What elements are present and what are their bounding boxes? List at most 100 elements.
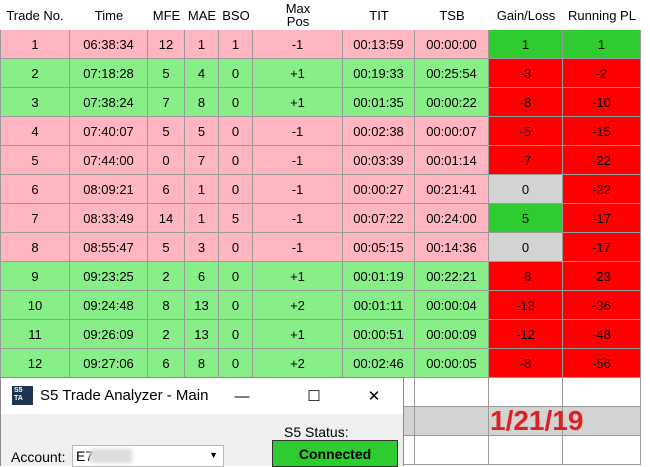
cell-tsb: 00:25:54	[415, 59, 489, 88]
title-bar[interactable]: S5 TA S5 Trade Analyzer - Main — ☐ ✕	[1, 378, 403, 414]
column-header-trade-no[interactable]: Trade No.	[0, 0, 70, 30]
cell-time: 09:26:09	[70, 320, 148, 349]
cell-tsb: 00:21:41	[415, 175, 489, 204]
cell-bso: 0	[219, 262, 253, 291]
cell-time: 07:38:24	[70, 88, 148, 117]
cell-max-pos: -1	[253, 175, 343, 204]
cell-running-pl: -48	[563, 320, 641, 349]
cell-mae: 7	[185, 146, 219, 175]
cell-time: 06:38:34	[70, 30, 148, 59]
cell-time: 08:33:49	[70, 204, 148, 233]
cell-bso: 0	[219, 146, 253, 175]
cell-running-pl: -15	[563, 117, 641, 146]
cell-mae: 1	[185, 30, 219, 59]
cell-trade-no: 4	[0, 117, 70, 146]
column-header-mfe[interactable]: MFE	[148, 0, 185, 30]
cell-tit: 00:07:22	[343, 204, 415, 233]
cell-mae: 3	[185, 233, 219, 262]
cell-mfe: 6	[148, 175, 185, 204]
cell-tit: 00:01:19	[343, 262, 415, 291]
app-logo-icon: S5 TA	[12, 386, 33, 405]
cell-trade-no: 1	[0, 30, 70, 59]
cell-mfe: 2	[148, 262, 185, 291]
column-header-time[interactable]: Time	[70, 0, 148, 30]
cell-trade-no: 8	[0, 233, 70, 262]
cell-bso: 5	[219, 204, 253, 233]
cell-max-pos: +1	[253, 320, 343, 349]
column-header-gain-loss[interactable]: Gain/Loss	[489, 0, 563, 30]
cell-bso: 0	[219, 117, 253, 146]
cell-trade-no: 3	[0, 88, 70, 117]
cell-mae: 4	[185, 59, 219, 88]
cell-running-pl: -17	[563, 204, 641, 233]
cell-time: 08:09:21	[70, 175, 148, 204]
cell-time: 09:23:25	[70, 262, 148, 291]
cell-time: 09:24:48	[70, 291, 148, 320]
cell-tsb: 00:00:05	[415, 349, 489, 378]
column-header-mae[interactable]: MAE	[185, 0, 219, 30]
cell-mae: 13	[185, 291, 219, 320]
cell-mfe: 2	[148, 320, 185, 349]
cell-gain-loss: -13	[489, 291, 563, 320]
close-button[interactable]: ✕	[351, 378, 397, 414]
cell-running-pl: -22	[563, 175, 641, 204]
cell-tit: 00:19:33	[343, 59, 415, 88]
chevron-down-icon[interactable]: ▼	[209, 450, 218, 460]
cell-max-pos: +1	[253, 88, 343, 117]
column-header-tit[interactable]: TIT	[343, 0, 415, 30]
window-title: S5 Trade Analyzer - Main	[40, 387, 209, 404]
cell-bso: 0	[219, 291, 253, 320]
cell-running-pl: -10	[563, 88, 641, 117]
cell-time: 07:44:00	[70, 146, 148, 175]
cell-mfe: 12	[148, 30, 185, 59]
cell-trade-no: 10	[0, 291, 70, 320]
maximize-button[interactable]: ☐	[291, 378, 337, 414]
empty-cell	[563, 378, 641, 407]
cell-mae: 5	[185, 117, 219, 146]
column-header-bso[interactable]: BSO	[219, 0, 253, 30]
cell-mae: 6	[185, 262, 219, 291]
account-redaction	[90, 449, 132, 463]
cell-tit: 00:05:15	[343, 233, 415, 262]
main-window: S5 TA S5 Trade Analyzer - Main — ☐ ✕ Acc…	[0, 377, 404, 467]
cell-gain-loss: -8	[489, 349, 563, 378]
cell-running-pl: -56	[563, 349, 641, 378]
cell-tit: 00:02:46	[343, 349, 415, 378]
maximize-icon: ☐	[307, 388, 321, 405]
cell-tit: 00:03:39	[343, 146, 415, 175]
cell-bso: 1	[219, 30, 253, 59]
cell-tit: 00:00:51	[343, 320, 415, 349]
minimize-button[interactable]: —	[219, 378, 265, 414]
cell-mfe: 6	[148, 349, 185, 378]
cell-bso: 0	[219, 320, 253, 349]
cell-mfe: 14	[148, 204, 185, 233]
empty-cell	[415, 407, 489, 436]
cell-gain-loss: 1	[489, 30, 563, 59]
cell-gain-loss: -3	[489, 59, 563, 88]
cell-running-pl: -17	[563, 233, 641, 262]
cell-max-pos: +1	[253, 262, 343, 291]
empty-cell	[489, 378, 563, 407]
column-header-tsb[interactable]: TSB	[415, 0, 489, 30]
cell-mfe: 5	[148, 233, 185, 262]
cell-running-pl: -2	[563, 59, 641, 88]
empty-cell	[415, 378, 489, 407]
cell-mae: 8	[185, 349, 219, 378]
cell-running-pl: -36	[563, 291, 641, 320]
cell-running-pl: 1	[563, 30, 641, 59]
cell-bso: 0	[219, 349, 253, 378]
session-date: 1/21/19	[490, 405, 584, 436]
cell-bso: 0	[219, 233, 253, 262]
column-header-running-pl[interactable]: Running PL	[563, 0, 641, 30]
status-badge: Connected	[272, 440, 398, 467]
cell-trade-no: 11	[0, 320, 70, 349]
cell-trade-no: 2	[0, 59, 70, 88]
cell-trade-no: 6	[0, 175, 70, 204]
cell-max-pos: -1	[253, 204, 343, 233]
cell-tsb: 00:14:36	[415, 233, 489, 262]
cell-trade-no: 9	[0, 262, 70, 291]
cell-tsb: 00:00:07	[415, 117, 489, 146]
cell-tsb: 00:24:00	[415, 204, 489, 233]
account-dropdown[interactable]: E7 ▼	[72, 445, 224, 467]
column-header-max-pos[interactable]: Max Pos	[253, 0, 343, 30]
